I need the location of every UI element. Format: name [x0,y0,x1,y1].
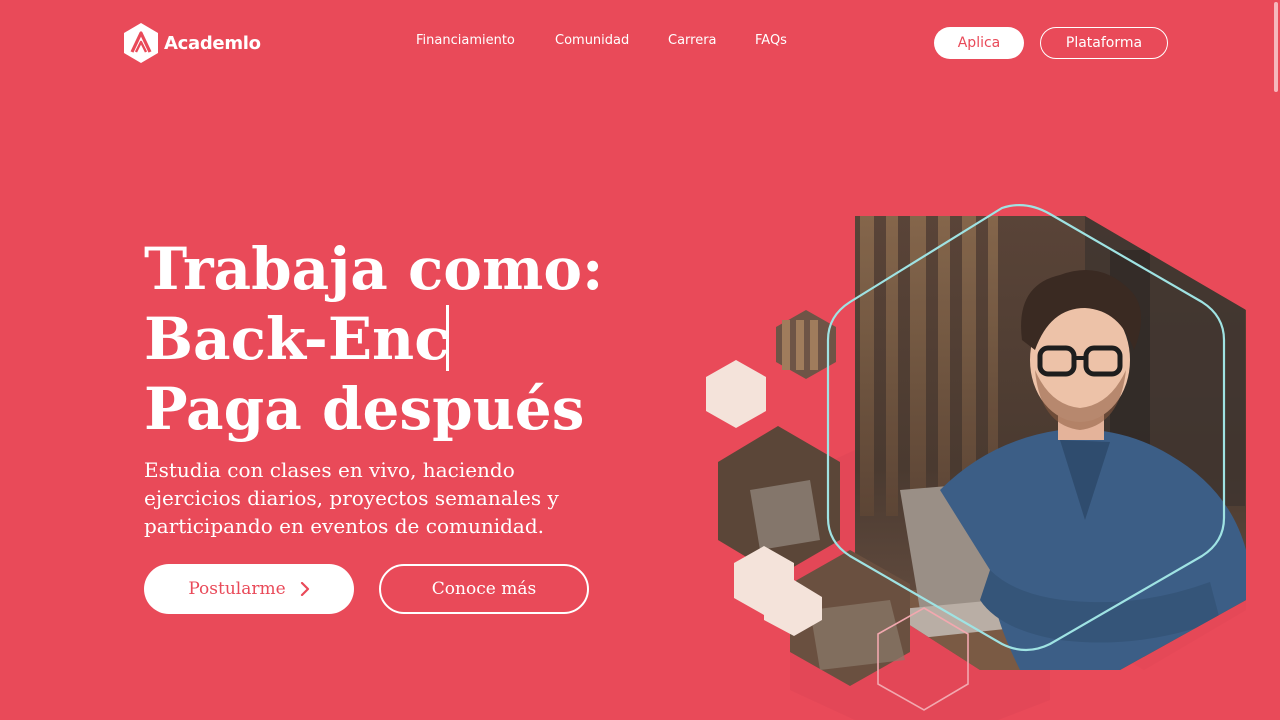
platform-button[interactable]: Plataforma [1040,27,1168,59]
nav-link-faqs[interactable]: FAQs [755,33,787,48]
site-header: Academlo Financiamiento Comunidad Carrer… [0,0,1280,86]
apply-now-label: Postularme [188,579,286,599]
page-scrollbar[interactable] [1274,2,1278,92]
hero-title-line-2: Back-Enc [144,304,704,374]
nav-link-comunidad[interactable]: Comunidad [555,33,629,48]
hero-title: Trabaja como: Back-Enc Paga después [144,234,704,444]
learn-more-button[interactable]: Conoce más [379,564,589,614]
hero-title-line-1: Trabaja como: [144,235,604,303]
light-hexagon-1 [706,360,766,428]
hero-subtitle: Estudia con clases en vivo, haciendo eje… [144,458,559,538]
hero-title-line-3: Paga después [144,375,585,443]
chevron-right-icon [300,582,309,596]
typed-career-text: Back-Enc [144,305,450,373]
nav-link-financiamiento[interactable]: Financiamiento [416,33,515,48]
nav-link-carrera[interactable]: Carrera [668,33,717,48]
small-photo-hexagon-1-detail [782,320,818,370]
apply-button[interactable]: Aplica [934,27,1024,59]
hero-illustration [706,203,1246,720]
apply-now-button[interactable]: Postularme [144,564,354,614]
